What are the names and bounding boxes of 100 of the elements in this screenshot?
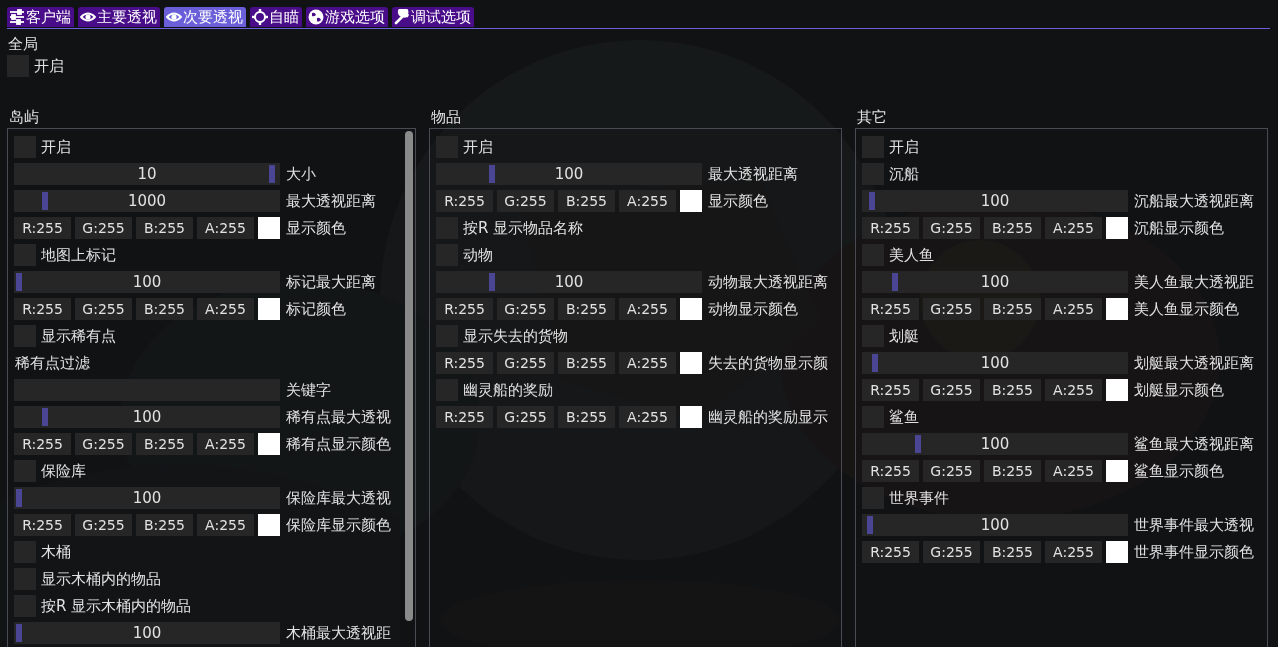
channel-field[interactable]: B:255 [984,541,1041,563]
color-swatch[interactable] [1106,298,1128,320]
channel-field[interactable]: B:255 [558,190,615,212]
channel-field[interactable]: A:255 [1045,541,1102,563]
color-swatch[interactable] [1106,460,1128,482]
color-swatch[interactable] [680,352,702,374]
channel-field[interactable]: G:255 [75,217,132,239]
channel-field[interactable]: A:255 [197,298,254,320]
slider[interactable]: 100 [862,514,1128,536]
channel-field[interactable]: G:255 [497,352,554,374]
channel-field[interactable]: G:255 [923,217,980,239]
slider-thumb[interactable] [16,624,22,642]
channel-field[interactable]: R:255 [14,298,71,320]
tab[interactable]: 客户端 [7,7,74,27]
slider[interactable]: 100 [862,190,1128,212]
channel-field[interactable]: B:255 [136,217,193,239]
channel-field[interactable]: G:255 [75,514,132,536]
channel-field[interactable]: R:255 [862,217,919,239]
color-swatch[interactable] [680,190,702,212]
slider-thumb[interactable] [871,354,878,372]
channel-field[interactable]: A:255 [1045,379,1102,401]
slider-thumb[interactable] [16,273,22,291]
color-swatch[interactable] [258,433,280,455]
tab[interactable]: 调试选项 [392,7,474,27]
channel-field[interactable]: R:255 [436,406,493,428]
slider[interactable]: 100 [14,406,280,428]
channel-field[interactable]: A:255 [1045,460,1102,482]
channel-field[interactable]: B:255 [136,514,193,536]
channel-field[interactable]: G:255 [75,433,132,455]
channel-field[interactable]: B:255 [984,379,1041,401]
channel-field[interactable]: G:255 [75,298,132,320]
color-swatch[interactable] [1106,541,1128,563]
channel-field[interactable]: R:255 [862,379,919,401]
channel-field[interactable]: A:255 [619,352,676,374]
color-swatch[interactable] [258,514,280,536]
slider[interactable]: 100 [436,163,702,185]
slider-thumb[interactable] [41,408,48,426]
color-swatch[interactable] [680,406,702,428]
slider[interactable]: 100 [862,271,1128,293]
channel-field[interactable]: R:255 [436,190,493,212]
color-swatch[interactable] [1106,379,1128,401]
slider-thumb[interactable] [866,516,873,534]
channel-field[interactable]: B:255 [136,298,193,320]
channel-field[interactable]: G:255 [497,190,554,212]
channel-field[interactable]: G:255 [923,460,980,482]
tab[interactable]: 主要透视 [78,7,160,27]
channel-field[interactable]: B:255 [984,298,1041,320]
channel-field[interactable]: B:255 [984,460,1041,482]
channel-field[interactable]: R:255 [862,298,919,320]
channel-field[interactable]: R:255 [436,352,493,374]
slider[interactable]: 1000 [14,190,280,212]
channel-field[interactable]: R:255 [436,298,493,320]
channel-field[interactable]: G:255 [923,298,980,320]
channel-field[interactable]: G:255 [497,298,554,320]
slider-thumb[interactable] [915,435,922,453]
channel-field[interactable]: G:255 [923,379,980,401]
channel-field[interactable]: R:255 [14,514,71,536]
slider[interactable]: 100 [14,271,280,293]
channel-field[interactable]: B:255 [558,298,615,320]
channel-field[interactable]: B:255 [558,352,615,374]
channel-field[interactable]: G:255 [497,406,554,428]
slider[interactable]: 100 [436,271,702,293]
channel-field[interactable]: A:255 [197,514,254,536]
slider[interactable]: 100 [862,352,1128,374]
color-swatch[interactable] [1106,217,1128,239]
slider[interactable]: 10 [14,163,280,185]
slider-thumb[interactable] [869,192,876,210]
channel-field[interactable]: A:255 [197,433,254,455]
channel-field[interactable]: B:255 [984,217,1041,239]
scrollbar[interactable] [405,131,413,621]
channel-field[interactable]: B:255 [136,433,193,455]
channel-field[interactable]: A:255 [197,217,254,239]
channel-field[interactable]: B:255 [558,406,615,428]
slider-thumb[interactable] [269,165,276,183]
channel-field[interactable]: A:255 [619,298,676,320]
tab[interactable]: 次要透视 [164,7,246,27]
slider-thumb[interactable] [16,489,22,507]
slider[interactable]: 100 [14,622,280,644]
channel-field[interactable]: A:255 [619,190,676,212]
channel-field[interactable]: R:255 [862,541,919,563]
color-swatch[interactable] [680,298,702,320]
slider-thumb[interactable] [489,273,496,291]
channel-field[interactable]: R:255 [14,433,71,455]
tab[interactable]: 游戏选项 [306,7,388,27]
slider-thumb[interactable] [892,273,899,291]
slider[interactable]: 100 [14,487,280,509]
slider-thumb[interactable] [41,192,48,210]
slider[interactable]: 100 [862,433,1128,455]
color-swatch[interactable] [258,217,280,239]
channel-field[interactable]: R:255 [862,460,919,482]
channel-field[interactable]: A:255 [1045,298,1102,320]
tab[interactable]: 自瞄 [250,7,302,27]
channel-field[interactable]: G:255 [923,541,980,563]
channel-field[interactable]: A:255 [1045,217,1102,239]
color-swatch[interactable] [258,298,280,320]
slider-thumb[interactable] [489,165,496,183]
option-label: 沉船最大透视距离 [1134,191,1254,212]
channel-field[interactable]: A:255 [619,406,676,428]
checkbox-label: 鲨鱼 [889,407,919,428]
channel-field[interactable]: R:255 [14,217,71,239]
